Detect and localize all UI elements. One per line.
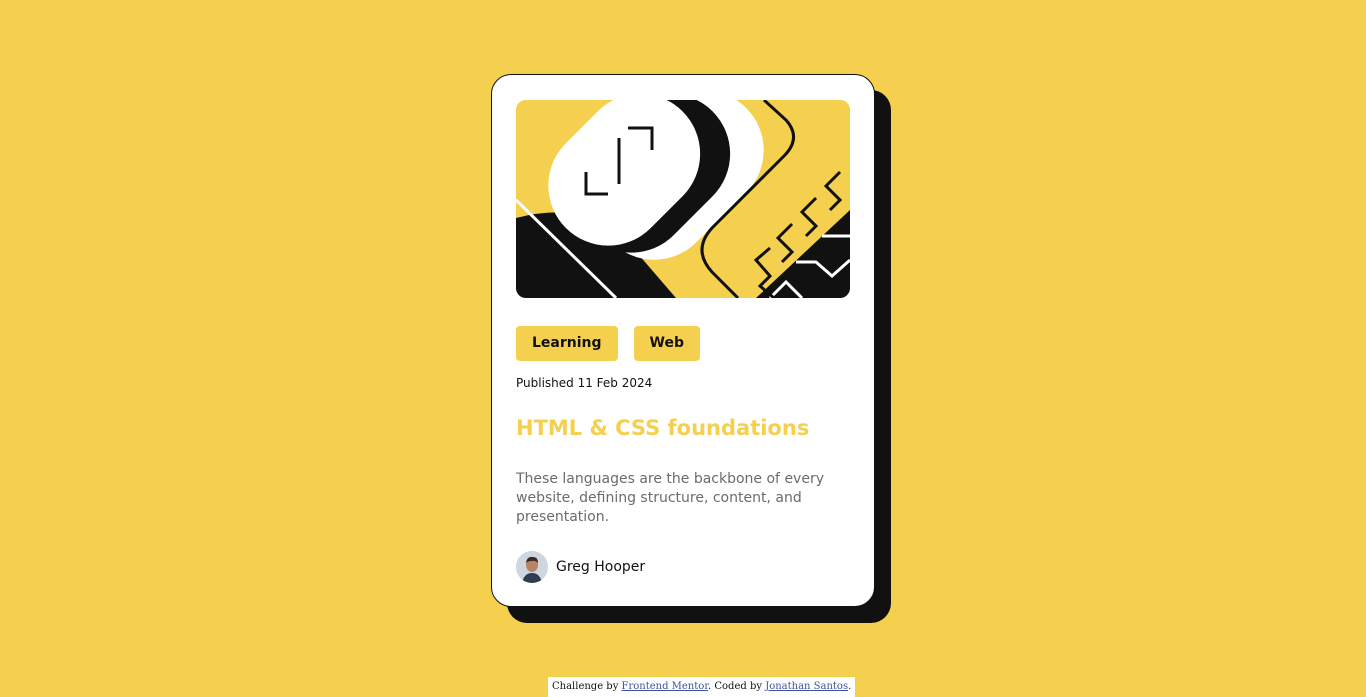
frontend-mentor-link[interactable]: Frontend Mentor	[622, 681, 708, 692]
card-description: These languages are the backbone of ever…	[516, 471, 824, 525]
author: Greg Hooper	[516, 551, 645, 583]
blog-preview-card: Learning Web Published 11 Feb 2024 HTML …	[491, 74, 875, 607]
tag-learning[interactable]: Learning	[516, 326, 618, 361]
abstract-illustration-icon	[516, 100, 850, 298]
tag-list: Learning Web	[516, 326, 700, 361]
hero-illustration	[516, 100, 850, 298]
avatar	[516, 551, 548, 583]
attribution-middle: . Coded by	[708, 681, 762, 692]
published-date: Published 11 Feb 2024	[516, 376, 653, 390]
tag-web[interactable]: Web	[633, 326, 700, 361]
author-link[interactable]: Jonathan Santos	[765, 681, 848, 692]
person-avatar-icon	[516, 551, 548, 583]
author-name: Greg Hooper	[556, 559, 646, 575]
attribution: Challenge by Frontend Mentor. Coded by J…	[548, 677, 856, 697]
attribution-suffix: .	[848, 681, 852, 692]
attribution-prefix: Challenge by	[552, 681, 619, 692]
card-title[interactable]: HTML & CSS foundations	[516, 416, 809, 440]
